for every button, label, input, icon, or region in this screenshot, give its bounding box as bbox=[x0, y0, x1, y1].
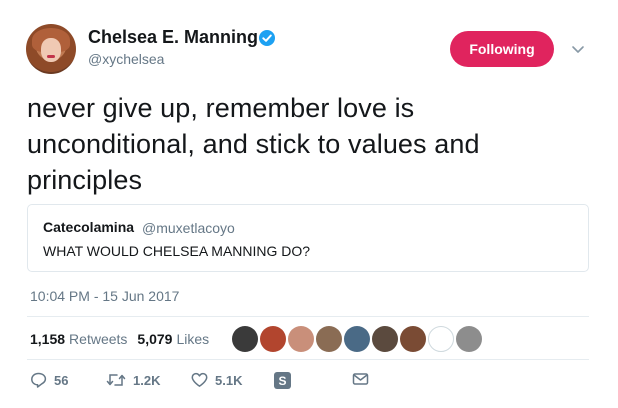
avatar-face bbox=[41, 38, 61, 62]
retweets-count[interactable]: 1,158 bbox=[30, 331, 65, 347]
tweet-timestamp[interactable]: 10:04 PM - 15 Jun 2017 bbox=[30, 288, 179, 304]
liker-avatar[interactable] bbox=[260, 326, 286, 352]
quoted-tweet-text: WHAT WOULD CHELSEA MANNING DO? bbox=[43, 243, 311, 259]
share-s-action[interactable]: S bbox=[274, 372, 291, 389]
avatar-lips bbox=[47, 55, 55, 58]
liker-avatar[interactable] bbox=[372, 326, 398, 352]
author-display-name[interactable]: Chelsea E. Manning bbox=[88, 27, 258, 48]
liker-avatar[interactable] bbox=[456, 326, 482, 352]
direct-message-action[interactable] bbox=[352, 372, 369, 386]
divider bbox=[27, 359, 589, 360]
retweet-count: 1.2K bbox=[133, 372, 161, 388]
heart-icon bbox=[191, 372, 208, 388]
like-count: 5.1K bbox=[215, 372, 243, 388]
retweet-action[interactable]: 1.2K bbox=[106, 372, 160, 388]
chevron-down-icon[interactable] bbox=[571, 42, 585, 53]
following-button[interactable]: Following bbox=[450, 31, 554, 67]
liker-avatar[interactable] bbox=[232, 326, 258, 352]
envelope-icon bbox=[352, 372, 369, 386]
tweet-stats: 1,158 Retweets 5,079 Likes bbox=[30, 331, 215, 347]
liker-avatar[interactable] bbox=[400, 326, 426, 352]
tweet-text: never give up, remember love is uncondit… bbox=[27, 93, 480, 195]
quoted-tweet-author-name: Catecolamina bbox=[43, 219, 135, 235]
author-handle[interactable]: @xychelsea bbox=[88, 51, 164, 67]
divider bbox=[27, 316, 589, 317]
liker-avatar[interactable] bbox=[316, 326, 342, 352]
verified-badge-icon bbox=[259, 30, 275, 46]
liker-avatar[interactable] bbox=[428, 326, 454, 352]
liker-avatar[interactable] bbox=[288, 326, 314, 352]
reply-icon bbox=[30, 372, 47, 388]
reply-count: 56 bbox=[54, 372, 69, 388]
reply-action[interactable]: 56 bbox=[30, 372, 68, 388]
s-app-icon: S bbox=[274, 372, 291, 389]
liker-avatars bbox=[232, 326, 482, 352]
like-action[interactable]: 5.1K bbox=[191, 372, 242, 388]
quoted-tweet[interactable]: Catecolamina @muxetlacoyo WHAT WOULD CHE… bbox=[27, 204, 589, 272]
retweet-icon bbox=[106, 372, 126, 388]
retweets-label[interactable]: Retweets bbox=[69, 331, 127, 347]
quoted-tweet-author-handle: @muxetlacoyo bbox=[142, 220, 235, 236]
author-avatar[interactable] bbox=[26, 24, 76, 74]
liker-avatar[interactable] bbox=[344, 326, 370, 352]
likes-label[interactable]: Likes bbox=[176, 331, 209, 347]
likes-count[interactable]: 5,079 bbox=[137, 331, 172, 347]
